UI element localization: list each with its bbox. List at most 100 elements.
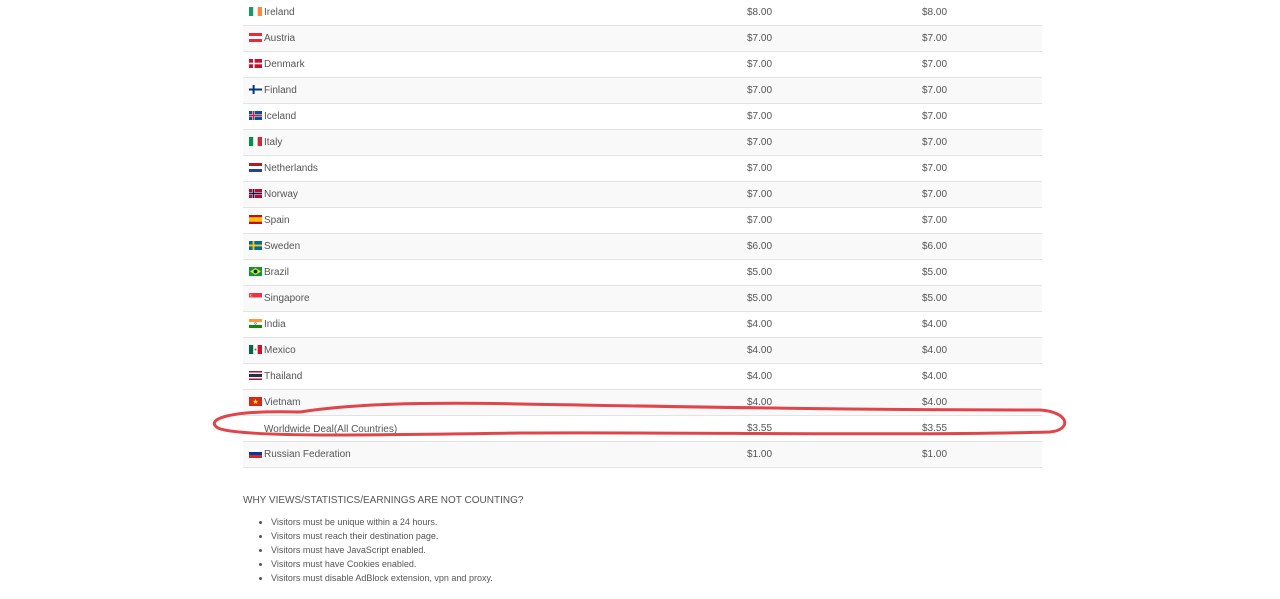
sweden-flag-icon xyxy=(249,241,262,250)
country-cell: Austria xyxy=(243,25,747,52)
country-cell: Singapore xyxy=(243,285,747,312)
rate-cell-b: $3.55 xyxy=(922,415,1042,442)
country-cell: Ireland xyxy=(243,0,747,26)
table-row: Mexico $4.00 $4.00 xyxy=(243,337,1042,364)
info-list-item: Visitors must disable AdBlock extension,… xyxy=(271,571,1036,585)
country-name: Mexico xyxy=(264,345,296,356)
rate-cell-b: $7.00 xyxy=(922,129,1042,156)
country-cell: Norway xyxy=(243,181,747,208)
rate-cell-b: $7.00 xyxy=(922,51,1042,78)
table-row: Singapore $5.00 $5.00 xyxy=(243,285,1042,312)
table-row: Denmark $7.00 $7.00 xyxy=(243,51,1042,78)
mexico-flag-icon xyxy=(249,345,262,354)
info-list-item: Visitors must reach their destination pa… xyxy=(271,529,1036,543)
rate-cell-b: $4.00 xyxy=(922,337,1042,364)
india-flag-icon xyxy=(249,319,262,328)
table-row: Vietnam $4.00 $4.00 xyxy=(243,389,1042,416)
brazil-flag-icon xyxy=(249,267,262,276)
rate-cell-a: $3.55 xyxy=(747,415,922,442)
rate-cell-b: $7.00 xyxy=(922,181,1042,208)
country-name: Singapore xyxy=(264,293,310,304)
info-heading: WHY VIEWS/STATISTICS/EARNINGS ARE NOT CO… xyxy=(243,495,524,506)
rate-cell-a: $1.00 xyxy=(747,441,922,468)
thailand-flag-icon xyxy=(249,371,262,380)
table-row: Ireland $8.00 $8.00 xyxy=(243,0,1042,26)
country-name: Iceland xyxy=(264,111,297,122)
country-name: Norway xyxy=(264,189,298,200)
country-name: Brazil xyxy=(264,267,290,278)
rate-cell-a: $7.00 xyxy=(747,51,922,78)
vietnam-flag-icon xyxy=(249,397,262,406)
rate-cell-b: $4.00 xyxy=(922,311,1042,338)
flag-placeholder xyxy=(249,423,262,432)
table-row: Finland $7.00 $7.00 xyxy=(243,77,1042,104)
country-cell: Thailand xyxy=(243,363,747,390)
country-name: Denmark xyxy=(264,59,305,70)
table-row: Spain $7.00 $7.00 xyxy=(243,207,1042,234)
country-name: Spain xyxy=(264,215,290,226)
rate-cell-a: $4.00 xyxy=(747,389,922,416)
country-cell: Denmark xyxy=(243,51,747,78)
table-row: Sweden $6.00 $6.00 xyxy=(243,233,1042,260)
table-row: Iceland $7.00 $7.00 xyxy=(243,103,1042,130)
info-list-item: Visitors must have Cookies enabled. xyxy=(271,557,1036,571)
country-name: Worldwide Deal(All Countries) xyxy=(264,423,398,435)
rate-cell-b: $7.00 xyxy=(922,207,1042,234)
rate-cell-a: $7.00 xyxy=(747,207,922,234)
rate-cell-a: $4.00 xyxy=(747,337,922,364)
table-row: India $4.00 $4.00 xyxy=(243,311,1042,338)
rate-cell-a: $7.00 xyxy=(747,129,922,156)
country-rates-table: Ireland $8.00 $8.00 Austria $7.00 $7.00 Denmar… xyxy=(243,0,1042,468)
rate-cell-b: $4.00 xyxy=(922,389,1042,416)
country-name: Sweden xyxy=(264,241,301,252)
table-row: Thailand $4.00 $4.00 xyxy=(243,363,1042,390)
rate-cell-a: $7.00 xyxy=(747,103,922,130)
singapore-flag-icon xyxy=(249,293,262,302)
russia-flag-icon xyxy=(249,449,262,458)
table-row: Russian Federation $1.00 $1.00 xyxy=(243,441,1042,468)
rates-table-body: Ireland $8.00 $8.00 Austria $7.00 $7.00 Denmar… xyxy=(243,0,1042,468)
table-row: Italy $7.00 $7.00 xyxy=(243,129,1042,156)
rate-cell-b: $7.00 xyxy=(922,77,1042,104)
info-section: WHY VIEWS/STATISTICS/EARNINGS ARE NOT CO… xyxy=(243,495,1036,585)
info-list-item: Visitors must have JavaScript enabled. xyxy=(271,543,1036,557)
rates-table-wrapper: Ireland $8.00 $8.00 Austria $7.00 $7.00 Denmar… xyxy=(243,0,1042,468)
table-row: Worldwide Deal(All Countries) $3.55 $3.55 xyxy=(243,415,1042,442)
rate-cell-a: $7.00 xyxy=(747,181,922,208)
rate-cell-b: $7.00 xyxy=(922,25,1042,52)
country-cell: Italy xyxy=(243,129,747,156)
rate-cell-b: $7.00 xyxy=(922,155,1042,182)
table-row: Brazil $5.00 $5.00 xyxy=(243,259,1042,286)
rate-cell-b: $1.00 xyxy=(922,441,1042,468)
country-cell: Vietnam xyxy=(243,389,747,416)
country-cell: Iceland xyxy=(243,103,747,130)
rate-cell-a: $5.00 xyxy=(747,259,922,286)
rate-cell-a: $4.00 xyxy=(747,363,922,390)
country-name: Thailand xyxy=(264,371,303,382)
country-name: India xyxy=(264,319,286,330)
finland-flag-icon xyxy=(249,85,262,94)
info-list-item: Visitors must be unique within a 24 hour… xyxy=(271,515,1036,529)
rate-cell-b: $5.00 xyxy=(922,285,1042,312)
rate-cell-b: $7.00 xyxy=(922,103,1042,130)
rate-cell-a: $5.00 xyxy=(747,285,922,312)
table-row: Norway $7.00 $7.00 xyxy=(243,181,1042,208)
country-cell: Worldwide Deal(All Countries) xyxy=(243,415,747,442)
rate-cell-b: $6.00 xyxy=(922,233,1042,260)
spain-flag-icon xyxy=(249,215,262,224)
country-name: Ireland xyxy=(264,7,295,18)
country-name: Vietnam xyxy=(264,397,301,408)
country-name: Austria xyxy=(264,33,296,44)
rate-cell-a: $7.00 xyxy=(747,77,922,104)
rate-cell-b: $8.00 xyxy=(922,0,1042,26)
italy-flag-icon xyxy=(249,137,262,146)
country-cell: Mexico xyxy=(243,337,747,364)
country-cell: India xyxy=(243,311,747,338)
ireland-flag-icon xyxy=(249,7,262,16)
iceland-flag-icon xyxy=(249,111,262,120)
country-name: Netherlands xyxy=(264,163,318,174)
norway-flag-icon xyxy=(249,189,262,198)
country-cell: Netherlands xyxy=(243,155,747,182)
country-name: Italy xyxy=(264,137,283,148)
country-cell: Russian Federation xyxy=(243,441,747,468)
